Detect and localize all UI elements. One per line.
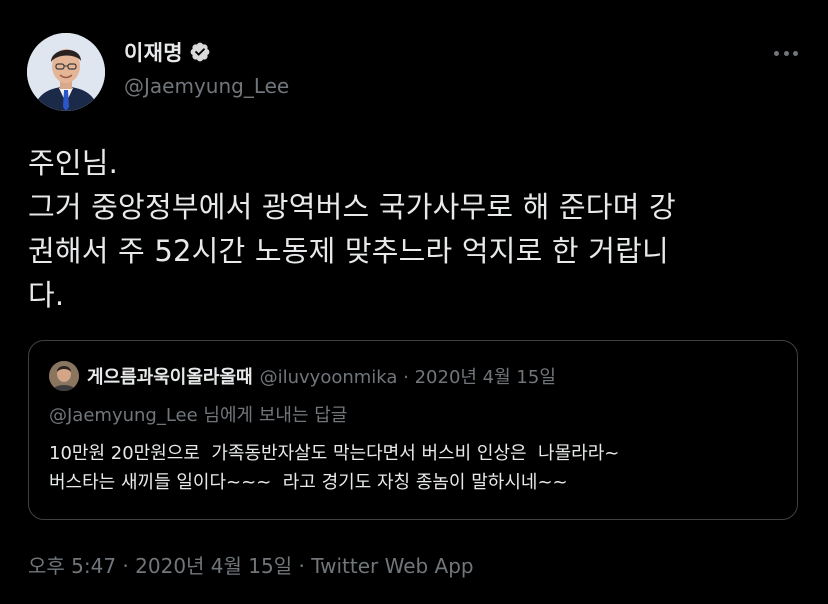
avatar-portrait-icon (27, 33, 105, 111)
more-dot (783, 50, 789, 56)
quoted-tweet-header: 게으름과욱이올라올때 @iluvyoonmika · 2020년 4월 15일 (49, 361, 556, 391)
more-options-icon[interactable] (774, 50, 798, 56)
quoted-reply-context: @Jaemyung_Lee 님에게 보내는 답글 (49, 405, 348, 426)
quoted-author-display-name: 게으름과욱이올라올때 (87, 367, 253, 388)
tweet-timestamp[interactable]: 오후 5:47 · 2020년 4월 15일 · Twitter Web App (28, 550, 474, 579)
quoted-tweet-card[interactable]: 게으름과욱이올라올때 @iluvyoonmika · 2020년 4월 15일 … (28, 340, 798, 520)
verified-badge-icon (190, 42, 210, 62)
quoted-author-handle-date: @iluvyoonmika · 2020년 4월 15일 (259, 367, 556, 388)
author-name-row: 이재명 (124, 38, 211, 66)
quoted-avatar-icon (49, 361, 79, 391)
more-dot (774, 50, 779, 56)
author-avatar[interactable] (27, 33, 105, 111)
quoted-author-avatar (49, 361, 79, 391)
author-handle[interactable]: @Jaemyung_Lee (124, 74, 289, 98)
author-display-name[interactable]: 이재명 (124, 37, 183, 67)
quoted-tweet-text: 10만원 20만원으로 가족동반자살도 막는다면서 버스비 인상은 나몰라라~ … (49, 443, 620, 493)
more-dot (793, 50, 798, 56)
tweet-text: 주인님. 그거 중앙정부에서 광역버스 국가사무로 해 준다며 강 권해서 주 … (28, 146, 676, 312)
